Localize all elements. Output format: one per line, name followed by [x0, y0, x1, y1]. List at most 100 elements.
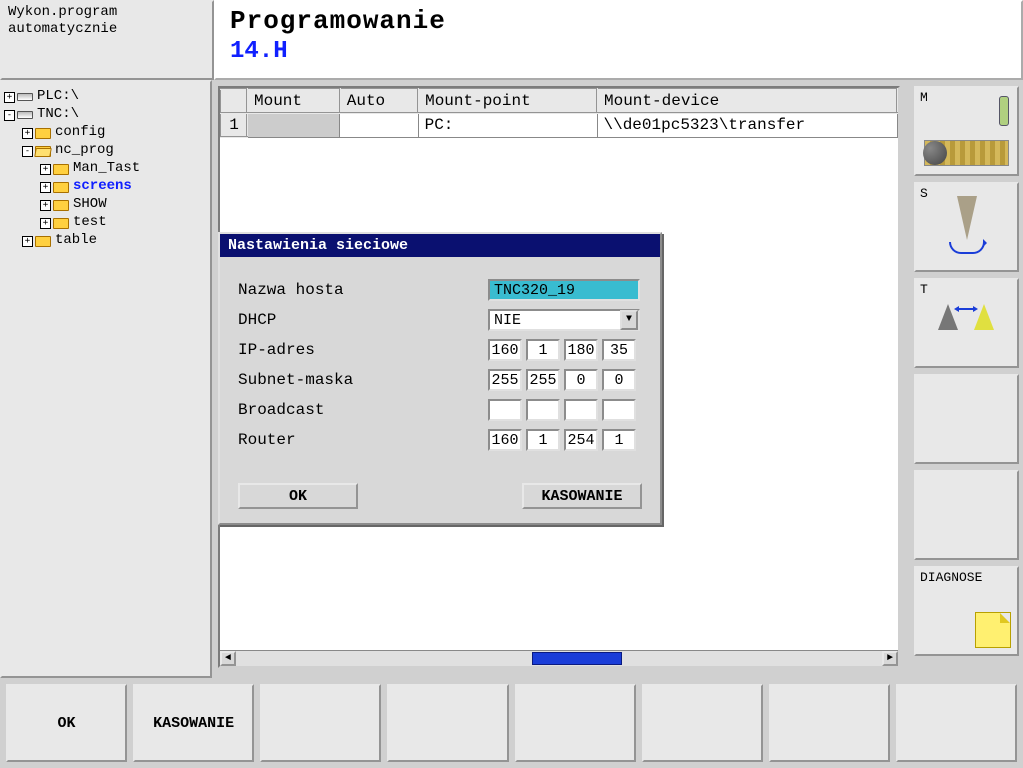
- softkey-empty-2[interactable]: [914, 470, 1019, 560]
- col-rownum: [221, 89, 247, 113]
- tree-item-tnc[interactable]: -TNC:\: [4, 106, 208, 124]
- mode-line2: automatycznie: [8, 21, 117, 37]
- softkey-diagnose[interactable]: DIAGNOSE: [914, 566, 1019, 656]
- softkey-8[interactable]: [896, 684, 1017, 762]
- folder-icon: [35, 236, 51, 247]
- col-mount: Mount: [247, 89, 340, 113]
- table-row[interactable]: 1 PC: \\de01pc5323\transfer: [221, 113, 897, 137]
- expand-icon[interactable]: +: [40, 218, 51, 229]
- expand-icon[interactable]: +: [40, 164, 51, 175]
- cell-mountpoint[interactable]: PC:: [418, 113, 597, 137]
- expand-icon[interactable]: +: [40, 200, 51, 211]
- drive-icon: [17, 93, 33, 101]
- subnet-octet-3[interactable]: 0: [564, 369, 598, 391]
- tree-item-table[interactable]: +table: [4, 232, 208, 250]
- subnet-octet-2[interactable]: 255: [526, 369, 560, 391]
- softkey-s[interactable]: S: [914, 182, 1019, 272]
- broadcast-octet-1[interactable]: [488, 399, 522, 421]
- swap-arrow-icon: [958, 308, 974, 310]
- subnet-label: Subnet-maska: [238, 371, 488, 389]
- bottom-softkey-bar: OK KASOWANIE: [0, 678, 1023, 768]
- dhcp-select[interactable]: NIE▼: [488, 309, 640, 331]
- ip-octet-1[interactable]: 160: [488, 339, 522, 361]
- tree-item-config[interactable]: +config: [4, 124, 208, 142]
- cell-auto[interactable]: [340, 113, 418, 137]
- collapse-icon[interactable]: -: [4, 110, 15, 121]
- subnet-octet-4[interactable]: 0: [602, 369, 636, 391]
- router-octet-3[interactable]: 254: [564, 429, 598, 451]
- tree-item-plc[interactable]: +PLC:\: [4, 88, 208, 106]
- horizontal-scrollbar[interactable]: ◄ ►: [220, 650, 898, 666]
- dialog-cancel-button[interactable]: KASOWANIE: [522, 483, 642, 509]
- broadcast-label: Broadcast: [238, 401, 488, 419]
- expand-icon[interactable]: +: [22, 236, 33, 247]
- expand-icon[interactable]: +: [22, 128, 33, 139]
- scroll-thumb[interactable]: [532, 652, 622, 665]
- folder-icon: [53, 218, 69, 229]
- broadcast-octet-2[interactable]: [526, 399, 560, 421]
- tree-item-mantast[interactable]: +Man_Tast: [4, 160, 208, 178]
- sticky-note-icon: [975, 612, 1011, 648]
- softkey-5[interactable]: [515, 684, 636, 762]
- softkey-m[interactable]: M: [914, 86, 1019, 176]
- softkey-3[interactable]: [260, 684, 381, 762]
- softkey-kasowanie[interactable]: KASOWANIE: [133, 684, 254, 762]
- dhcp-label: DHCP: [238, 311, 488, 329]
- router-octet-2[interactable]: 1: [526, 429, 560, 451]
- collapse-icon[interactable]: -: [22, 146, 33, 157]
- softkey-4[interactable]: [387, 684, 508, 762]
- cell-rownum: 1: [221, 113, 247, 137]
- router-octet-1[interactable]: 160: [488, 429, 522, 451]
- broadcast-octet-4[interactable]: [602, 399, 636, 421]
- spindle-icon: [999, 96, 1009, 126]
- cell-mount[interactable]: [247, 113, 340, 137]
- file-tree[interactable]: +PLC:\ -TNC:\ +config -nc_prog +Man_Tast…: [0, 80, 212, 678]
- mount-table[interactable]: Mount Auto Mount-point Mount-device 1 PC…: [220, 88, 898, 138]
- page-title: Programowanie: [230, 6, 1007, 36]
- router-octet-4[interactable]: 1: [602, 429, 636, 451]
- expand-icon[interactable]: +: [4, 92, 15, 103]
- tree-item-screens[interactable]: +screens: [4, 178, 208, 196]
- hostname-label: Nazwa hosta: [238, 281, 488, 299]
- softkey-6[interactable]: [642, 684, 763, 762]
- folder-icon: [53, 182, 69, 193]
- softkey-7[interactable]: [769, 684, 890, 762]
- chevron-down-icon[interactable]: ▼: [620, 310, 638, 330]
- table-header-row: Mount Auto Mount-point Mount-device: [221, 89, 897, 113]
- dialog-ok-button[interactable]: OK: [238, 483, 358, 509]
- softkey-empty-1[interactable]: [914, 374, 1019, 464]
- softkey-ok[interactable]: OK: [6, 684, 127, 762]
- network-settings-dialog: Nastawienia sieciowe Nazwa hosta TNC320_…: [218, 232, 662, 525]
- current-file: 14.H: [230, 38, 1007, 65]
- ip-label: IP-adres: [238, 341, 488, 359]
- ip-octet-3[interactable]: 180: [564, 339, 598, 361]
- softkey-t[interactable]: T: [914, 278, 1019, 368]
- folder-icon: [53, 200, 69, 211]
- mode-panel: Wykon.program automatycznie: [0, 0, 214, 80]
- tree-item-show[interactable]: +SHOW: [4, 196, 208, 214]
- tree-item-test[interactable]: +test: [4, 214, 208, 232]
- tree-item-ncprog[interactable]: -nc_prog: [4, 142, 208, 160]
- drive-icon: [17, 111, 33, 119]
- table-icon: [924, 140, 1009, 166]
- scroll-left-icon[interactable]: ◄: [220, 651, 236, 666]
- col-mountdevice: Mount-device: [597, 89, 897, 113]
- broadcast-octet-3[interactable]: [564, 399, 598, 421]
- folder-icon: [35, 128, 51, 139]
- router-label: Router: [238, 431, 488, 449]
- cell-mountdevice[interactable]: \\de01pc5323\transfer: [597, 113, 897, 137]
- hostname-field[interactable]: TNC320_19: [488, 279, 640, 301]
- tool-yellow-icon: [974, 304, 994, 330]
- tool-icon: [957, 196, 977, 240]
- scroll-right-icon[interactable]: ►: [882, 651, 898, 666]
- expand-icon[interactable]: +: [40, 182, 51, 193]
- subnet-octet-1[interactable]: 255: [488, 369, 522, 391]
- ip-octet-2[interactable]: 1: [526, 339, 560, 361]
- folder-icon: [53, 164, 69, 175]
- folder-open-icon: [35, 146, 51, 157]
- ip-octet-4[interactable]: 35: [602, 339, 636, 361]
- col-auto: Auto: [340, 89, 418, 113]
- rotation-arrow-icon: [949, 242, 985, 254]
- dialog-title: Nastawienia sieciowe: [220, 234, 660, 257]
- title-panel: Programowanie 14.H: [214, 0, 1023, 80]
